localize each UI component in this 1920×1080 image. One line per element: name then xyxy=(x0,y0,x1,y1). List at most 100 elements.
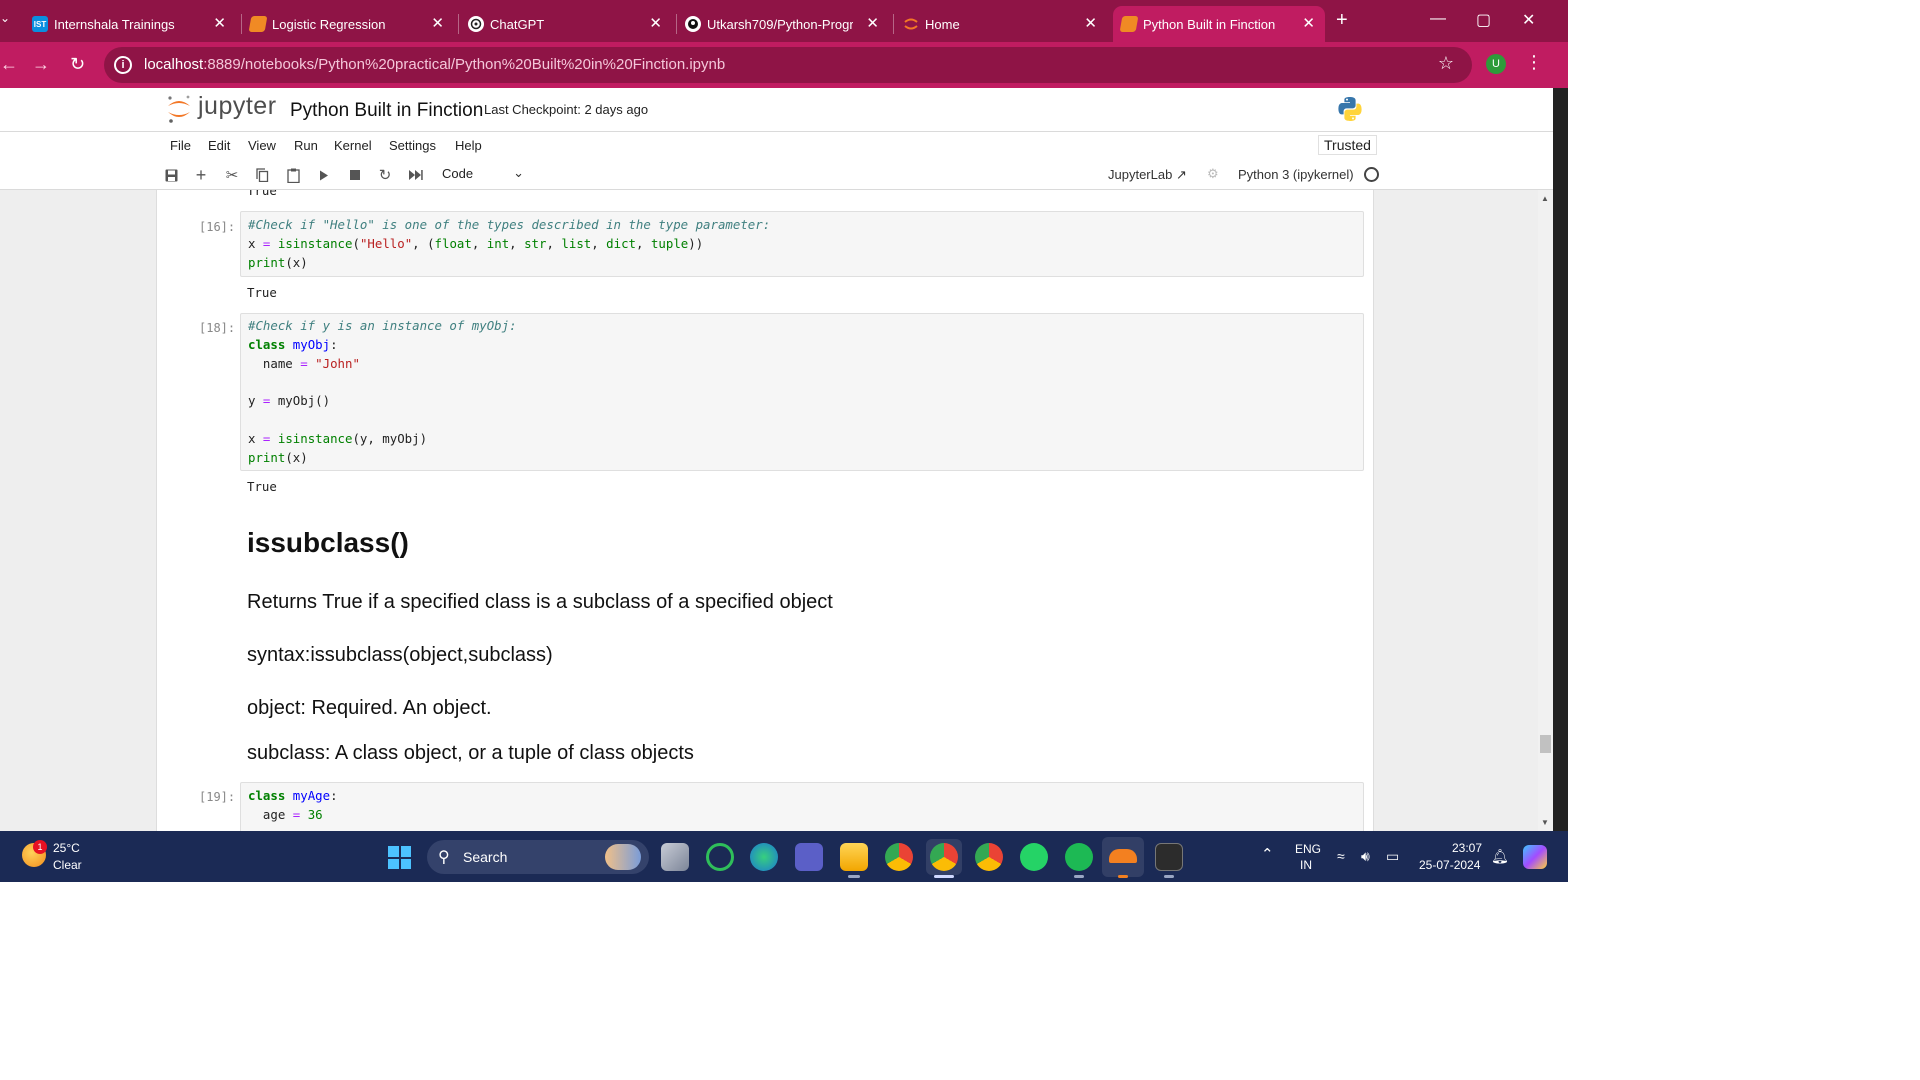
notification-bell-icon[interactable]: 🔔︎ xyxy=(1491,848,1509,865)
clock-date[interactable]: 25-07-2024 xyxy=(1419,858,1480,872)
jupyter-logo-text[interactable]: jupyter xyxy=(198,92,277,121)
windows-start-icon[interactable] xyxy=(388,846,411,869)
notebook-title[interactable]: Python Built in Finction xyxy=(290,100,483,122)
chatgpt-icon xyxy=(468,16,484,32)
search-highlight-image xyxy=(605,844,641,870)
run-play-icon[interactable] xyxy=(315,166,333,184)
menu-settings[interactable]: Settings xyxy=(389,138,436,153)
cell-19-code[interactable]: class myAge: age = 36 xyxy=(241,783,1363,825)
weather-temperature[interactable]: 25°C xyxy=(53,841,80,855)
taskbar-search[interactable]: ⚲ Search xyxy=(427,840,649,874)
close-icon[interactable]: ✕ xyxy=(649,14,662,32)
tray-chevron-up-icon[interactable]: ⌃ xyxy=(1261,845,1274,863)
back-arrow-icon[interactable]: ← xyxy=(0,54,18,75)
paste-clipboard-icon[interactable] xyxy=(284,166,302,184)
edge-browser-icon[interactable] xyxy=(750,843,778,871)
tab-internshala[interactable]: IST Internshala Trainings ✕ xyxy=(24,6,236,42)
insert-cell-plus-icon[interactable]: + xyxy=(192,165,210,185)
menu-run[interactable]: Run xyxy=(294,138,318,153)
teams-icon[interactable] xyxy=(795,843,823,871)
whatsapp-icon[interactable] xyxy=(1020,843,1048,871)
cell-19-input[interactable]: class myAge: age = 36 xyxy=(240,782,1364,831)
tab-chatgpt[interactable]: ChatGPT ✕ xyxy=(460,6,672,42)
run-all-fast-forward-icon[interactable] xyxy=(407,166,425,184)
trusted-indicator[interactable]: Trusted xyxy=(1318,135,1377,155)
minimize-icon[interactable]: — xyxy=(1430,10,1446,28)
browser-menu-icon[interactable]: ⋮ xyxy=(1525,52,1543,73)
close-icon[interactable]: ✕ xyxy=(213,14,226,32)
cell-16-code[interactable]: #Check if "Hello" is one of the types de… xyxy=(241,212,1363,272)
terminal-icon[interactable] xyxy=(1155,843,1183,871)
battery-icon[interactable]: ▭ xyxy=(1386,848,1399,865)
weather-condition[interactable]: Clear xyxy=(53,858,82,872)
tab-label: Internshala Trainings xyxy=(54,16,175,32)
menu-edit[interactable]: Edit xyxy=(208,138,230,153)
task-view-icon[interactable] xyxy=(661,843,689,871)
tab-divider xyxy=(458,14,459,34)
jupyter-logo-icon[interactable] xyxy=(166,94,192,124)
tab-label: Home xyxy=(925,16,960,32)
cell-output-partial: True xyxy=(247,190,277,198)
close-icon[interactable]: ✕ xyxy=(866,14,879,32)
volume-speaker-icon[interactable]: 🔊︎ xyxy=(1361,848,1370,865)
page-scrollbar[interactable]: ▲ ▼ xyxy=(1538,190,1553,831)
file-explorer-folder-icon[interactable] xyxy=(840,843,868,871)
kernel-name[interactable]: Python 3 (ipykernel) xyxy=(1238,167,1354,182)
spotify-icon[interactable] xyxy=(1065,843,1093,871)
notebook-area[interactable]: True [16]: #Check if "Hello" is one of t… xyxy=(0,190,1553,831)
close-icon[interactable]: ✕ xyxy=(431,14,444,32)
stop-square-icon[interactable] xyxy=(346,166,364,184)
window-edge xyxy=(1553,88,1568,831)
close-icon[interactable]: ✕ xyxy=(1302,14,1315,32)
restart-kernel-icon[interactable]: ↻ xyxy=(376,166,394,184)
forward-arrow-icon[interactable]: → xyxy=(32,54,50,75)
url-text[interactable]: localhost:8889/notebooks/Python%20practi… xyxy=(144,56,725,73)
cell-16-input[interactable]: #Check if "Hello" is one of the types de… xyxy=(240,211,1364,277)
chrome-icon[interactable] xyxy=(885,843,913,871)
cell-18-code[interactable]: #Check if y is an instance of myObj: cla… xyxy=(241,314,1363,467)
weather-badge: 1 xyxy=(33,840,47,854)
close-icon[interactable]: ✕ xyxy=(1084,14,1097,32)
reload-icon[interactable]: ↻ xyxy=(70,54,85,75)
new-tab-plus-icon[interactable]: + xyxy=(1336,9,1348,32)
cloudflare-warp-slot[interactable] xyxy=(1102,837,1144,877)
notebook-page: True [16]: #Check if "Hello" is one of t… xyxy=(156,190,1374,831)
language-indicator[interactable]: ENG xyxy=(1295,842,1321,856)
menu-help[interactable]: Help xyxy=(455,138,482,153)
kernel-settings-gear-icon[interactable]: ⚙ xyxy=(1207,166,1219,182)
cell-type-dropdown[interactable]: Code ⌄ xyxy=(442,165,524,181)
app-circle-green-icon[interactable] xyxy=(706,843,734,871)
tab-python-built-in-finction[interactable]: Python Built in Finction ✕ xyxy=(1113,6,1325,42)
maximize-icon[interactable]: ▢ xyxy=(1476,10,1491,30)
cell-18-input[interactable]: #Check if y is an instance of myObj: cla… xyxy=(240,313,1364,471)
chrome-secondary-icon[interactable] xyxy=(975,843,1003,871)
tab-logistic-regression[interactable]: Logistic Regression ✕ xyxy=(242,6,454,42)
tab-search-chevron-icon[interactable]: ⌄ xyxy=(0,11,10,25)
bookmark-star-icon[interactable]: ☆ xyxy=(1438,53,1454,74)
tab-home[interactable]: Home ✕ xyxy=(895,6,1107,42)
external-link-icon: ↗ xyxy=(1175,167,1187,182)
browser-tab-bar: ⌄ IST Internshala Trainings ✕ Logistic R… xyxy=(0,0,1568,42)
cut-scissors-icon[interactable]: ✂ xyxy=(223,166,241,184)
menu-kernel[interactable]: Kernel xyxy=(334,138,372,153)
profile-avatar[interactable]: U xyxy=(1486,54,1506,74)
save-icon[interactable] xyxy=(162,166,180,184)
wifi-icon[interactable]: ≈ xyxy=(1337,848,1345,864)
chrome-profile-active-slot[interactable] xyxy=(926,839,962,875)
clock-time[interactable]: 23:07 xyxy=(1452,841,1482,855)
jupyterlab-link[interactable]: JupyterLab ↗ xyxy=(1108,167,1187,183)
tab-github[interactable]: Utkarsh709/Python-Progra ✕ xyxy=(677,6,889,42)
menu-view[interactable]: View xyxy=(248,138,276,153)
menu-file[interactable]: File xyxy=(170,138,191,153)
scroll-down-arrow-icon[interactable]: ▼ xyxy=(1541,818,1549,827)
copilot-icon[interactable] xyxy=(1523,845,1547,869)
scroll-up-arrow-icon[interactable]: ▲ xyxy=(1541,194,1549,203)
region-indicator[interactable]: IN xyxy=(1300,858,1312,872)
running-indicator xyxy=(848,875,860,878)
copy-icon[interactable] xyxy=(253,166,271,184)
address-bar[interactable]: i localhost:8889/notebooks/Python%20prac… xyxy=(104,47,1472,83)
browser-toolbar: ← → ↻ i localhost:8889/notebooks/Python%… xyxy=(0,42,1568,88)
site-info-icon[interactable]: i xyxy=(114,56,132,74)
scrollbar-thumb[interactable] xyxy=(1540,735,1551,753)
window-close-icon[interactable]: ✕ xyxy=(1522,10,1535,30)
